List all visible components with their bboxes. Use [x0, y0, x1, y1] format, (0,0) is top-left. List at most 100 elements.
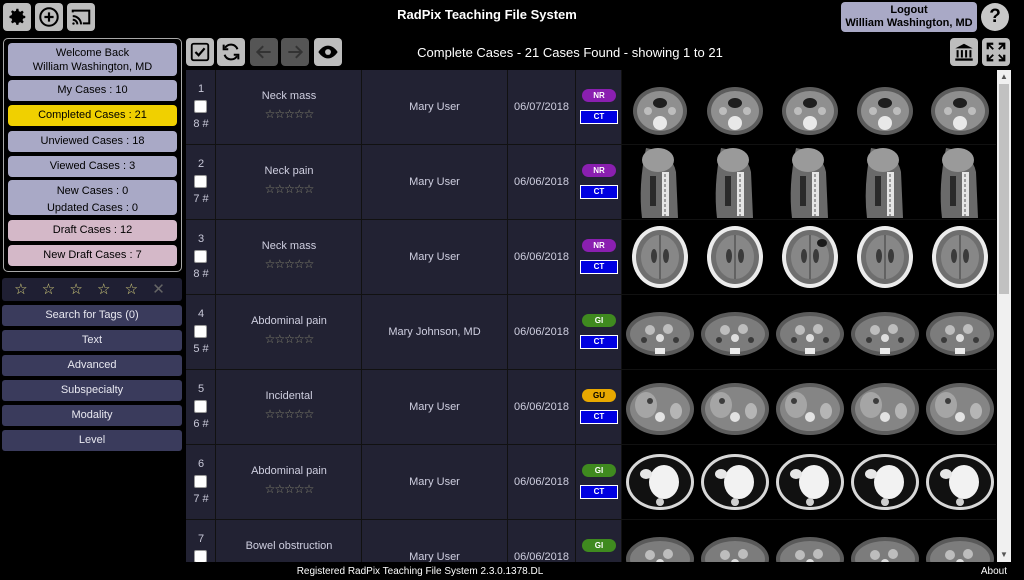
case-select-checkbox[interactable] [194, 475, 207, 488]
case-rating-stars[interactable]: ☆☆☆☆☆ [216, 107, 362, 121]
case-thumbnail[interactable] [774, 146, 846, 218]
level-filter-button[interactable]: Level [2, 430, 182, 451]
help-button[interactable]: ? [981, 3, 1009, 31]
case-thumbnail[interactable] [924, 371, 996, 443]
scrollbar-thumb[interactable] [999, 84, 1009, 294]
case-thumbnail[interactable] [849, 221, 921, 293]
case-title-cell[interactable]: Neck mass ☆☆☆☆☆ [216, 220, 362, 294]
case-thumbnail[interactable] [699, 446, 771, 518]
modality-badge[interactable]: CT [580, 110, 618, 124]
case-select-checkbox[interactable] [194, 250, 207, 263]
unviewed-cases-button[interactable]: Unviewed Cases : 18 [8, 131, 177, 152]
case-title[interactable]: Incidental [216, 390, 362, 402]
case-title[interactable]: Neck mass [216, 90, 362, 102]
advanced-filter-button[interactable]: Advanced [2, 355, 182, 376]
case-thumbnail[interactable] [849, 146, 921, 218]
case-thumbnail[interactable] [699, 71, 771, 143]
library-icon[interactable] [950, 38, 978, 66]
case-select-checkbox[interactable] [194, 325, 207, 338]
case-thumbnail[interactable] [699, 371, 771, 443]
case-thumbnail[interactable] [624, 296, 696, 368]
checkbox-icon[interactable] [186, 38, 214, 66]
case-thumbnail[interactable] [774, 371, 846, 443]
modality-filter-button[interactable]: Modality [2, 405, 182, 426]
modality-badge[interactable]: CT [580, 260, 618, 274]
case-thumbnail[interactable] [624, 446, 696, 518]
case-title-cell[interactable]: Abdominal pain ☆☆☆☆☆ [216, 295, 362, 369]
case-row[interactable]: 1 8 # Neck mass ☆☆☆☆☆ Mary User 06/07/20… [186, 70, 996, 145]
search-tags-button[interactable]: Search for Tags (0) [2, 305, 182, 326]
case-thumbnail[interactable] [624, 221, 696, 293]
case-title-cell[interactable]: Bowel obstruction [216, 520, 362, 562]
case-thumbnail[interactable] [624, 521, 696, 562]
case-title-cell[interactable]: Neck mass ☆☆☆☆☆ [216, 70, 362, 144]
subspecialty-badge[interactable]: NR [582, 89, 616, 102]
modality-badge[interactable]: CT [580, 335, 618, 349]
logout-button[interactable]: Logout William Washington, MD [841, 2, 977, 32]
case-row[interactable]: 6 7 # Abdominal pain ☆☆☆☆☆ Mary User 06/… [186, 445, 996, 520]
text-filter-button[interactable]: Text [2, 330, 182, 351]
case-thumbnail[interactable] [699, 221, 771, 293]
case-title[interactable]: Neck pain [216, 165, 362, 177]
case-select-checkbox[interactable] [194, 400, 207, 413]
case-rating-stars[interactable]: ☆☆☆☆☆ [216, 257, 362, 271]
case-title[interactable]: Bowel obstruction [216, 540, 362, 552]
case-thumbnail[interactable] [624, 371, 696, 443]
subspecialty-badge[interactable]: GU [582, 389, 616, 402]
case-title[interactable]: Abdominal pain [216, 465, 362, 477]
case-title-cell[interactable]: Neck pain ☆☆☆☆☆ [216, 145, 362, 219]
case-thumbnail[interactable] [849, 371, 921, 443]
viewed-cases-button[interactable]: Viewed Cases : 3 [8, 156, 177, 177]
subspecialty-badge[interactable]: GI [582, 464, 616, 477]
case-thumbnail[interactable] [699, 521, 771, 562]
case-row[interactable]: 4 5 # Abdominal pain ☆☆☆☆☆ Mary Johnson,… [186, 295, 996, 370]
rating-filter[interactable]: ☆ ☆ ☆ ☆ ☆ ✕ [2, 278, 182, 301]
subspecialty-badge[interactable]: NR [582, 239, 616, 252]
case-thumbnail[interactable] [774, 296, 846, 368]
case-thumbnail[interactable] [624, 71, 696, 143]
case-rating-stars[interactable]: ☆☆☆☆☆ [216, 482, 362, 496]
case-thumbnail[interactable] [774, 521, 846, 562]
case-rating-stars[interactable]: ☆☆☆☆☆ [216, 182, 362, 196]
about-link[interactable]: About [981, 566, 1007, 577]
case-thumbnail[interactable] [924, 521, 996, 562]
case-rating-stars[interactable]: ☆☆☆☆☆ [216, 407, 362, 421]
case-title-cell[interactable]: Incidental ☆☆☆☆☆ [216, 370, 362, 444]
scrollbar[interactable]: ▲ ▼ [997, 70, 1011, 562]
case-thumbnail[interactable] [924, 296, 996, 368]
case-thumbnail[interactable] [849, 296, 921, 368]
case-select-checkbox[interactable] [194, 100, 207, 113]
modality-badge[interactable]: CT [580, 410, 618, 424]
case-row[interactable]: 5 6 # Incidental ☆☆☆☆☆ Mary User 06/06/2… [186, 370, 996, 445]
scroll-up-icon[interactable]: ▲ [997, 70, 1011, 84]
subspecialty-badge[interactable]: GI [582, 539, 616, 552]
my-cases-button[interactable]: My Cases : 10 [8, 80, 177, 101]
case-row[interactable]: 7 Bowel obstruction Mary User 06/06/2018… [186, 520, 996, 562]
refresh-icon[interactable] [217, 38, 245, 66]
fullscreen-icon[interactable] [982, 38, 1010, 66]
draft-cases-button[interactable]: Draft Cases : 12 [8, 220, 177, 241]
case-thumbnail[interactable] [624, 146, 696, 218]
case-thumbnail[interactable] [774, 446, 846, 518]
case-thumbnail[interactable] [924, 146, 996, 218]
case-row[interactable]: 3 8 # Neck mass ☆☆☆☆☆ Mary User 06/06/20… [186, 220, 996, 295]
case-thumbnail[interactable] [924, 221, 996, 293]
case-select-checkbox[interactable] [194, 175, 207, 188]
clear-rating-icon[interactable]: ✕ [152, 281, 170, 298]
case-thumbnail[interactable] [849, 521, 921, 562]
case-select-checkbox[interactable] [194, 550, 207, 562]
eye-icon[interactable] [314, 38, 342, 66]
new-draft-cases-button[interactable]: New Draft Cases : 7 [8, 245, 177, 266]
subspecialty-badge[interactable]: NR [582, 164, 616, 177]
case-thumbnail[interactable] [774, 221, 846, 293]
arrow-right-icon[interactable] [281, 38, 309, 66]
completed-cases-button[interactable]: Completed Cases : 21 [8, 105, 177, 126]
case-thumbnail[interactable] [699, 296, 771, 368]
case-title[interactable]: Abdominal pain [216, 315, 362, 327]
rating-stars[interactable]: ☆ ☆ ☆ ☆ ☆ [14, 281, 143, 298]
modality-badge[interactable]: CT [580, 485, 618, 499]
subspecialty-badge[interactable]: GI [582, 314, 616, 327]
arrow-left-icon[interactable] [250, 38, 278, 66]
new-updated-cases-box[interactable]: New Cases : 0 Updated Cases : 0 [8, 180, 177, 215]
subspecialty-filter-button[interactable]: Subspecialty [2, 380, 182, 401]
